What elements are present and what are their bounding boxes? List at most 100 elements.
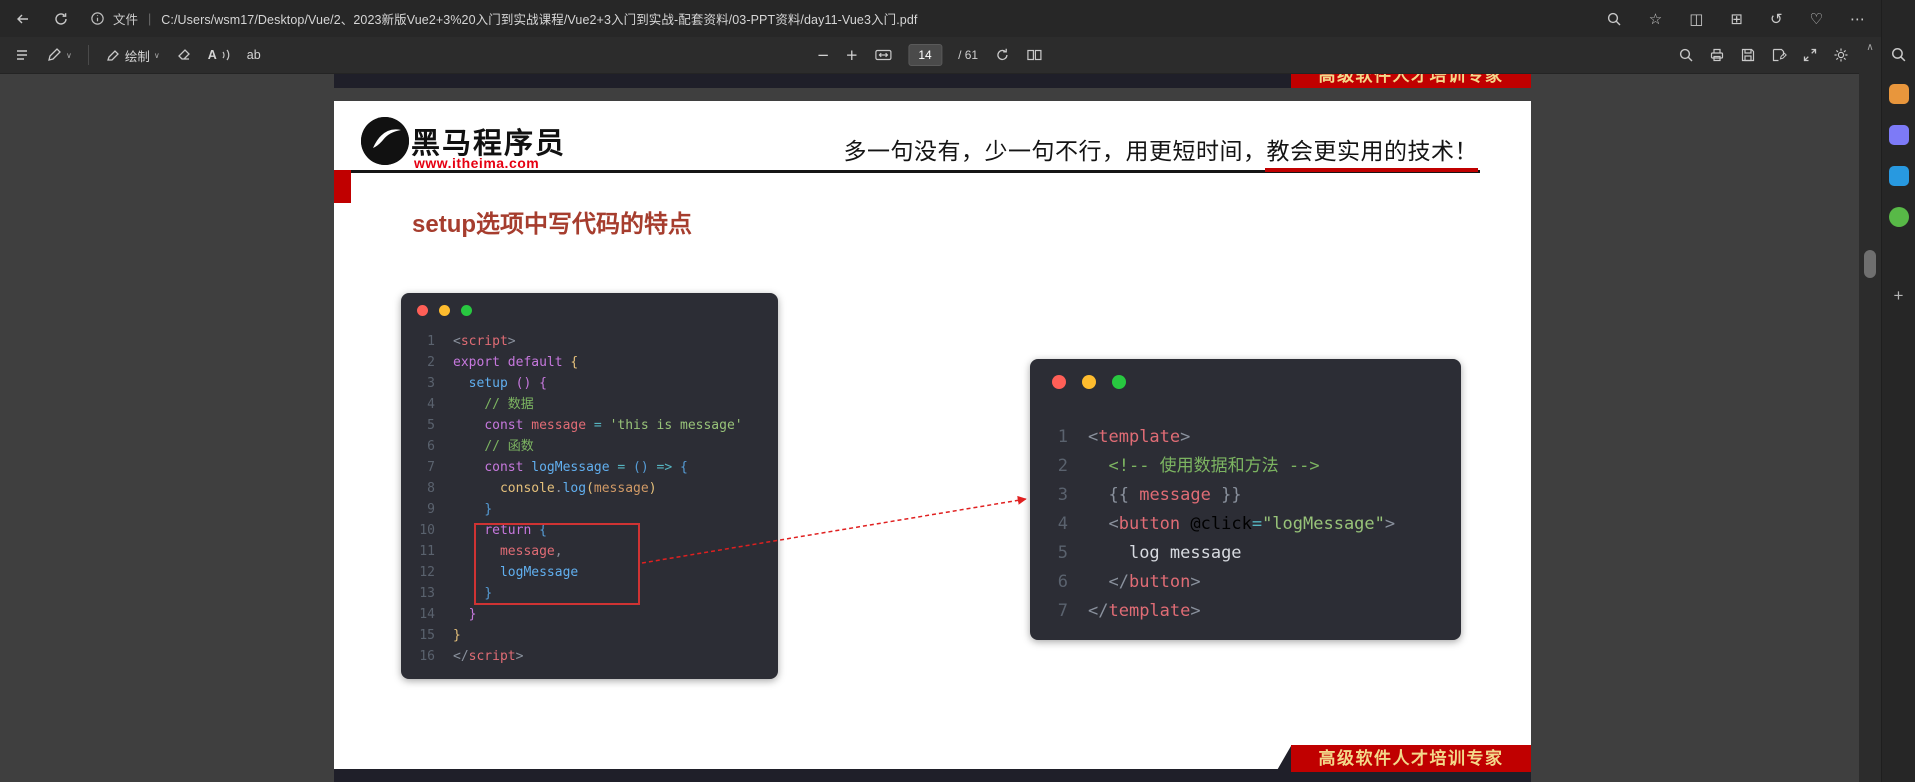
sound-waves-icon xyxy=(221,48,231,62)
chevron-down-icon: ∨ xyxy=(66,50,72,60)
file-label: 文件 xyxy=(113,13,139,27)
sidebar-app-teal-icon[interactable] xyxy=(1888,166,1909,186)
left-red-tab xyxy=(334,170,351,203)
code-line: 3 {{ message }} xyxy=(1057,485,1242,505)
code-window-script: 1 < script > 2 export default { 3 setup () { 4 … xyxy=(401,293,778,679)
eraser-icon xyxy=(176,47,192,63)
window-close-dot-icon xyxy=(417,304,428,316)
code-line: 15} xyxy=(419,628,461,643)
draw-button[interactable]: 绘制 ∨ xyxy=(97,41,168,69)
brand-website: www.itheima.com xyxy=(414,155,540,171)
code-line: 5 log message xyxy=(1057,543,1242,563)
code-line: 9 } xyxy=(427,502,493,517)
window-title-bar xyxy=(1030,359,1461,405)
text-tool-button[interactable]: ab xyxy=(239,41,269,69)
settings-gear-icon[interactable] xyxy=(1833,47,1849,63)
toc-button[interactable] xyxy=(6,41,38,69)
window-maximize-dot-icon xyxy=(1112,375,1126,389)
split-screen-icon[interactable]: ◫ xyxy=(1689,10,1703,28)
code-line: 1 < script > xyxy=(427,334,516,349)
code-line: 14 } xyxy=(419,607,477,622)
save-icon[interactable] xyxy=(1740,47,1756,63)
ribbon-previous-page: 高级软件人才培训专家 xyxy=(1276,74,1531,88)
ribbon-current-page: 高级软件人才培训专家 xyxy=(1276,745,1531,772)
address-path[interactable]: C:/Users/wsm17/Desktop/Vue/2、2023新版Vue2+… xyxy=(161,9,917,28)
rotate-icon[interactable] xyxy=(994,47,1010,63)
code-line: 6 // 函数 xyxy=(427,439,534,454)
pdf-viewer-area[interactable]: 高级软件人才培训专家 黑马程序员 www.itheima.com 多一句没有，少… xyxy=(0,74,1859,782)
add-sidebar-item-icon[interactable]: + xyxy=(1894,286,1904,306)
pdf-toolbar: ∨ 绘制 ∨ A ab − + / 61 xyxy=(0,37,1859,74)
code-window-template: 1 < template > 2 <!-- 使用数据和方法 --> 3 {{ messag… xyxy=(1030,359,1461,640)
code-line: 7 </template > xyxy=(1057,601,1201,621)
previous-page-edge: 高级软件人才培训专家 xyxy=(334,74,1531,88)
collections-icon[interactable]: ⊞ xyxy=(1730,10,1743,28)
code-line: 6 </button > xyxy=(1057,572,1201,592)
window-close-dot-icon xyxy=(1052,375,1066,389)
draw-label: 绘制 xyxy=(124,49,150,64)
pen-icon xyxy=(46,47,62,63)
favorites-star-icon[interactable]: ☆ xyxy=(1649,10,1662,28)
code-line: 3 setup () { xyxy=(427,376,547,391)
code-line: 8 console. log(message) xyxy=(427,481,657,496)
address-separator: | xyxy=(148,11,152,26)
code-line: 2 <!-- 使用数据和方法 --> xyxy=(1057,456,1320,476)
code-line: 1 < template > xyxy=(1057,427,1191,447)
zoom-out-button[interactable]: − xyxy=(817,46,830,64)
sidebar-search-icon[interactable] xyxy=(1890,46,1907,63)
more-menu-icon[interactable]: ⋯ xyxy=(1850,10,1865,28)
info-icon[interactable] xyxy=(90,11,105,26)
code-line: 7 const logMessage = () => { xyxy=(427,460,688,475)
scrollbar-track[interactable]: ∧ xyxy=(1859,37,1881,782)
browser-essentials-icon[interactable]: ♡ xyxy=(1810,10,1823,28)
text-tool-icon: ab xyxy=(246,48,261,62)
code-line: 5 const message = 'this is message' xyxy=(427,418,743,433)
sidebar-app-purple-icon[interactable] xyxy=(1888,125,1909,145)
read-aloud-button[interactable]: A xyxy=(200,41,239,69)
highlighter-icon xyxy=(105,47,121,63)
pdf-page: 黑马程序员 www.itheima.com 多一句没有，少一句不行，用更短时间，… xyxy=(334,101,1531,782)
scrollbar-up-button[interactable]: ∧ xyxy=(1859,37,1881,57)
refresh-icon xyxy=(53,11,69,27)
fit-to-width-icon[interactable] xyxy=(874,47,892,63)
return-highlight-box xyxy=(474,523,640,605)
browser-top-bar: 文件 | C:/Users/wsm17/Desktop/Vue/2、2023新版… xyxy=(0,0,1881,37)
code-block-script: 1 < script > 2 export default { 3 setup () { 4 … xyxy=(401,327,778,667)
print-icon[interactable] xyxy=(1709,47,1725,63)
window-title-bar xyxy=(401,293,778,327)
fullscreen-icon[interactable] xyxy=(1802,47,1818,63)
read-aloud-icon: A xyxy=(207,48,217,62)
scrollbar-thumb[interactable] xyxy=(1864,250,1876,278)
code-line: 4 // 数据 xyxy=(427,397,534,412)
address-bar[interactable]: 文件 | C:/Users/wsm17/Desktop/Vue/2、2023新版… xyxy=(90,9,917,28)
back-arrow-icon xyxy=(15,11,31,27)
code-line: 2 export default { xyxy=(427,355,579,370)
window-maximize-dot-icon xyxy=(461,304,472,316)
itheima-logo-icon xyxy=(361,117,409,165)
pen-tool-button[interactable]: ∨ xyxy=(38,41,80,69)
search-icon[interactable] xyxy=(1606,11,1622,27)
sidebar-app-green-icon[interactable] xyxy=(1888,207,1909,227)
slogan-red-underline xyxy=(1265,168,1478,172)
zoom-in-button[interactable]: + xyxy=(845,46,858,64)
edge-sidebar: + xyxy=(1881,0,1915,782)
toolbar-divider xyxy=(87,45,89,65)
eraser-button[interactable] xyxy=(168,41,200,69)
code-block-template: 1 < template > 2 <!-- 使用数据和方法 --> 3 {{ messag… xyxy=(1030,405,1461,626)
sidebar-app-office-icon[interactable] xyxy=(1888,84,1909,104)
back-button[interactable] xyxy=(8,5,38,33)
page-number-input[interactable] xyxy=(908,44,943,66)
window-minimize-dot-icon xyxy=(439,304,450,316)
page-total-label: / 61 xyxy=(958,48,979,62)
history-icon[interactable]: ↺ xyxy=(1770,10,1783,28)
save-as-icon[interactable] xyxy=(1771,47,1787,63)
code-line: 16 </script > xyxy=(419,649,524,664)
chevron-down-icon: ∨ xyxy=(153,50,160,60)
window-minimize-dot-icon xyxy=(1082,375,1096,389)
page-layout-icon[interactable] xyxy=(1026,47,1042,63)
table-of-contents-icon xyxy=(14,47,30,63)
search-document-icon[interactable] xyxy=(1678,47,1694,63)
slogan-text: 多一句没有，少一句不行，用更短时间，教会更实用的技术！ xyxy=(843,139,1478,164)
code-line: 4 < button @click = "logMessage" > xyxy=(1057,514,1396,534)
refresh-button[interactable] xyxy=(46,5,76,33)
